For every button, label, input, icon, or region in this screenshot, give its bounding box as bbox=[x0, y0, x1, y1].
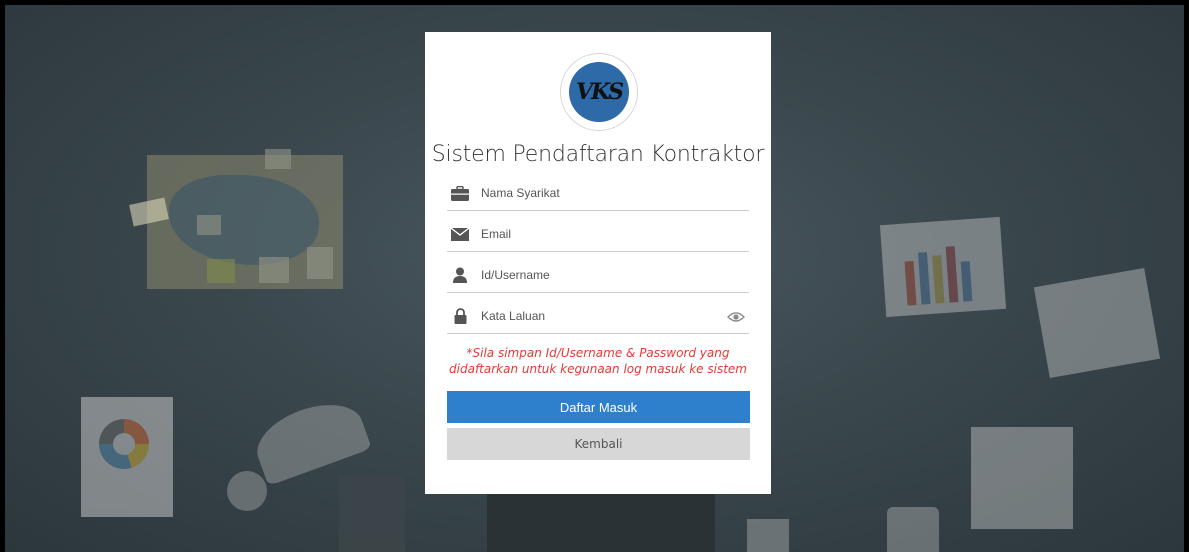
document-decoration bbox=[1033, 267, 1161, 379]
password-input[interactable] bbox=[481, 309, 727, 323]
bar-decoration bbox=[945, 246, 959, 303]
chart-paper-decoration bbox=[879, 216, 1007, 318]
eye-icon[interactable] bbox=[727, 310, 745, 322]
cup-decoration bbox=[747, 519, 789, 552]
sticky-note-decoration bbox=[207, 259, 235, 283]
username-input[interactable] bbox=[481, 268, 749, 282]
donut-icon bbox=[99, 419, 149, 469]
phone-decoration bbox=[887, 507, 939, 552]
registration-card: VKS Sistem Pendaftaran Kontraktor *Sila … bbox=[425, 32, 771, 494]
map-board-decoration bbox=[147, 149, 343, 289]
password-field bbox=[447, 299, 749, 334]
lock-icon bbox=[451, 308, 469, 324]
bar-decoration bbox=[932, 255, 945, 304]
note-line-1: *Sila simpan Id/Username & Password yang bbox=[466, 346, 730, 360]
note-line-2: didaftarkan untuk kegunaan log masuk ke … bbox=[449, 362, 747, 376]
email-input[interactable] bbox=[481, 227, 749, 241]
page-title: Sistem Pendaftaran Kontraktor bbox=[431, 142, 765, 167]
briefcase-icon bbox=[451, 185, 469, 201]
email-field bbox=[447, 217, 749, 252]
company-name-field bbox=[447, 176, 749, 211]
bar-decoration bbox=[917, 252, 931, 305]
sticky-note-decoration bbox=[197, 215, 221, 235]
envelope-icon bbox=[451, 226, 469, 242]
books-decoration bbox=[339, 475, 405, 552]
sticky-note-decoration bbox=[265, 149, 291, 169]
company-logo: VKS bbox=[560, 53, 638, 131]
donut-chart-decoration bbox=[81, 397, 173, 517]
user-icon bbox=[451, 267, 469, 283]
lamp-decoration bbox=[248, 391, 372, 487]
sticky-note-decoration bbox=[259, 257, 289, 283]
calendar-decoration bbox=[971, 427, 1073, 529]
laptop-decoration bbox=[487, 487, 715, 552]
sticky-note-decoration bbox=[307, 247, 333, 279]
back-button[interactable]: Kembali bbox=[447, 428, 750, 460]
company-name-input[interactable] bbox=[481, 186, 749, 200]
bar-decoration bbox=[904, 261, 917, 306]
lamp-base-decoration bbox=[227, 471, 267, 511]
username-field bbox=[447, 258, 749, 293]
register-button[interactable]: Daftar Masuk bbox=[447, 391, 750, 423]
world-map-decoration bbox=[169, 175, 319, 265]
bar-decoration bbox=[960, 261, 973, 302]
logo-mark: VKS bbox=[569, 62, 629, 122]
registration-note: *Sila simpan Id/Username & Password yang… bbox=[425, 345, 771, 377]
